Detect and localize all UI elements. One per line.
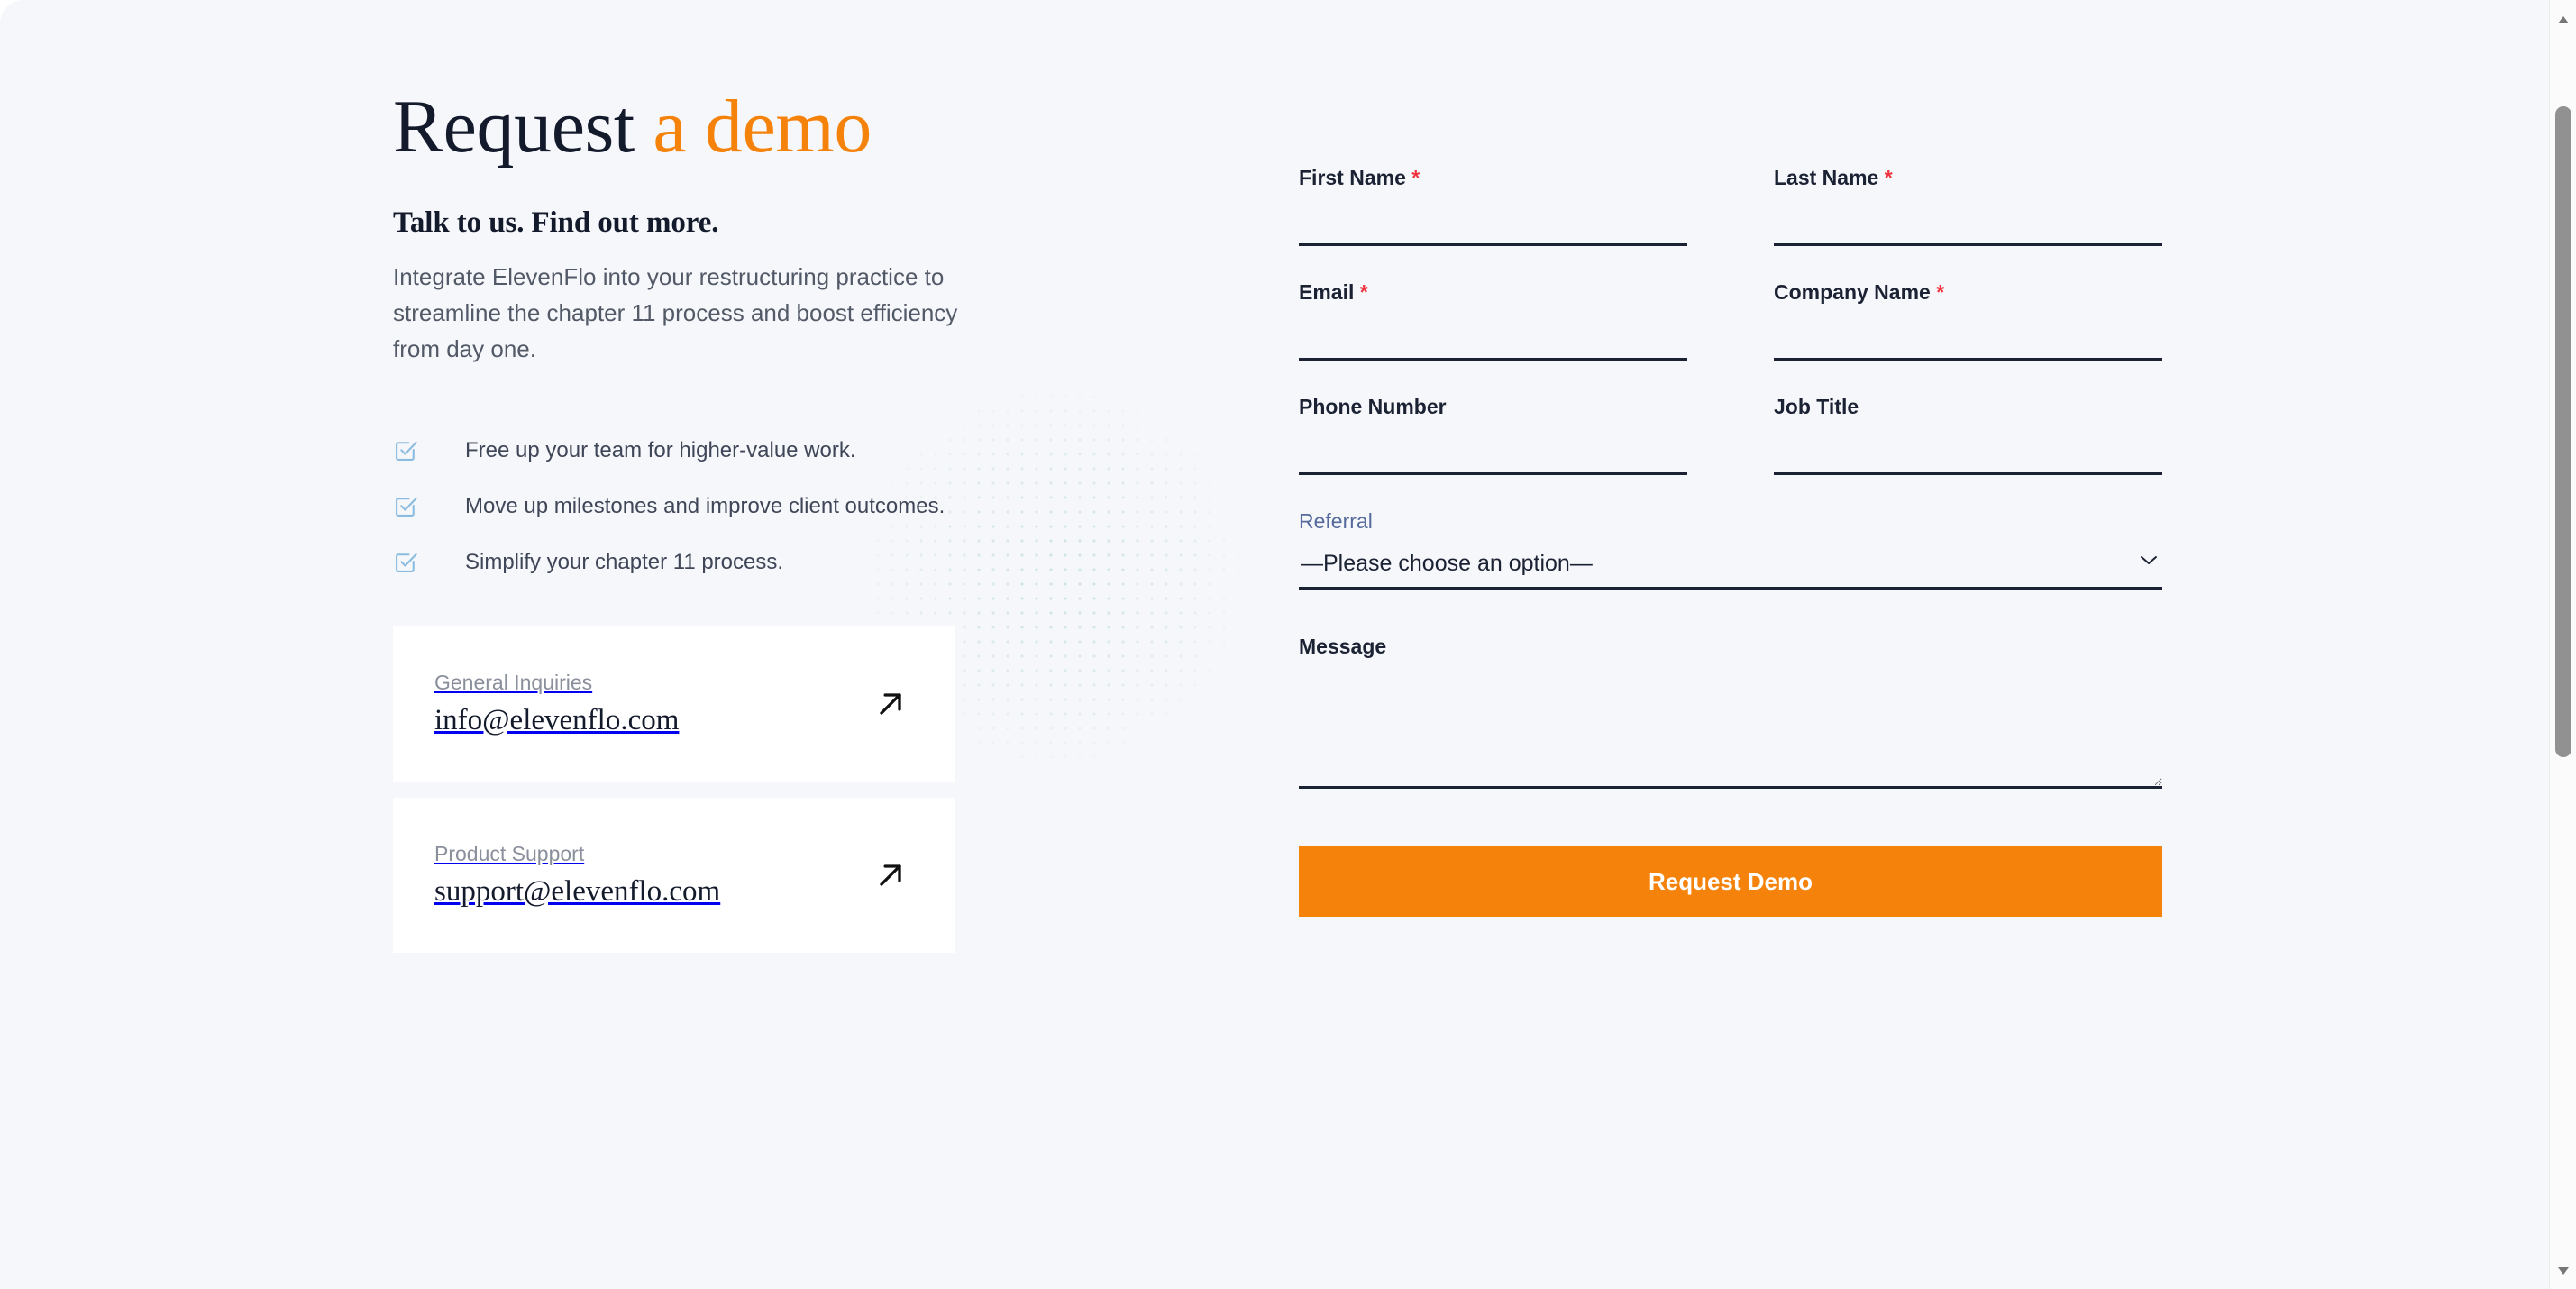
email-label: Email * xyxy=(1299,282,1687,303)
hero-subheading: Talk to us. Find out more. xyxy=(393,206,719,240)
contact-card-product-support[interactable]: Product Support support@elevenflo.com xyxy=(393,798,955,954)
referral-select[interactable]: —Please choose an option— xyxy=(1299,539,2162,590)
checkbox-check-icon xyxy=(393,438,418,463)
message-label: Message xyxy=(1299,635,1387,658)
required-asterisk: * xyxy=(1411,166,1420,189)
field-last-name: Last Name * xyxy=(1774,168,2162,246)
request-demo-submit-button[interactable]: Request Demo xyxy=(1299,846,2162,917)
last-name-label: Last Name * xyxy=(1774,168,2162,188)
list-item-label: Move up milestones and improve client ou… xyxy=(465,494,945,519)
required-asterisk: * xyxy=(1359,280,1368,304)
arrow-up-right-icon xyxy=(872,686,909,722)
checkbox-check-icon xyxy=(393,550,418,575)
last-name-input[interactable] xyxy=(1774,196,2162,246)
job-title-label: Job Title xyxy=(1774,395,1859,418)
field-company-name: Company Name * xyxy=(1774,282,2162,361)
field-message: Message xyxy=(1299,636,2162,789)
company-name-input[interactable] xyxy=(1774,310,2162,361)
company-name-label: Company Name * xyxy=(1774,282,2162,303)
page-title-accent: a demo xyxy=(653,85,872,169)
form-row-phone-job: Phone Number Job Title xyxy=(1299,397,2162,511)
page-viewport: Request a demo Talk to us. Find out more… xyxy=(0,0,2576,1289)
contact-card-email: info@elevenflo.com xyxy=(434,704,680,737)
hero-paragraph: Integrate ElevenFlo into your restructur… xyxy=(393,263,958,363)
list-item: Simplify your chapter 11 process. xyxy=(393,535,1024,590)
list-item: Free up your team for higher-value work. xyxy=(393,423,1024,479)
scroll-up-arrow-icon[interactable] xyxy=(2550,7,2576,34)
page-content: Request a demo Talk to us. Find out more… xyxy=(0,0,2515,1289)
field-email: Email * xyxy=(1299,282,1687,361)
referral-label: Referral xyxy=(1299,509,1373,533)
hero-column: Request a demo Talk to us. Find out more… xyxy=(393,87,1024,969)
referral-select-wrapper: —Please choose an option— xyxy=(1299,539,2162,590)
contact-cards: General Inquiries info@elevenflo.com Pro… xyxy=(393,626,1024,954)
benefits-list: Free up your team for higher-value work.… xyxy=(393,423,1024,590)
first-name-label-text: First Name xyxy=(1299,166,1406,189)
list-item-label: Free up your team for higher-value work. xyxy=(465,438,856,463)
contact-card-general-inquiries[interactable]: General Inquiries info@elevenflo.com xyxy=(393,626,955,782)
contact-card-email: support@elevenflo.com xyxy=(434,875,721,909)
first-name-label: First Name * xyxy=(1299,168,1687,188)
checkbox-check-icon xyxy=(393,494,418,519)
contact-card-label: Product Support xyxy=(434,842,585,866)
phone-number-label: Phone Number xyxy=(1299,395,1447,418)
request-demo-form: First Name * Last Name * Email * Company… xyxy=(1299,168,2162,917)
arrow-up-right-icon xyxy=(872,857,909,893)
field-referral: Referral —Please choose an option— xyxy=(1299,511,2162,590)
field-phone-number: Phone Number xyxy=(1299,397,1687,475)
email-label-text: Email xyxy=(1299,280,1355,304)
message-textarea[interactable] xyxy=(1299,664,2162,789)
company-name-label-text: Company Name xyxy=(1774,280,1931,304)
required-asterisk: * xyxy=(1884,166,1893,189)
last-name-label-text: Last Name xyxy=(1774,166,1879,189)
phone-number-input[interactable] xyxy=(1299,425,1687,475)
page-title: Request a demo xyxy=(393,87,1024,167)
scroll-down-arrow-icon[interactable] xyxy=(2550,1257,2576,1284)
field-first-name: First Name * xyxy=(1299,168,1687,246)
vertical-scrollbar[interactable] xyxy=(2549,0,2576,1289)
email-input[interactable] xyxy=(1299,310,1687,361)
list-item-label: Simplify your chapter 11 process. xyxy=(465,550,784,575)
required-asterisk: * xyxy=(1936,280,1945,304)
list-item: Move up milestones and improve client ou… xyxy=(393,479,1024,535)
form-row-name: First Name * Last Name * xyxy=(1299,168,2162,282)
first-name-input[interactable] xyxy=(1299,196,1687,246)
scrollbar-thumb[interactable] xyxy=(2555,106,2571,757)
job-title-input[interactable] xyxy=(1774,425,2162,475)
contact-card-label: General Inquiries xyxy=(434,671,593,695)
field-job-title: Job Title xyxy=(1774,397,2162,475)
form-row-email-company: Email * Company Name * xyxy=(1299,282,2162,397)
page-title-main: Request xyxy=(393,85,653,169)
